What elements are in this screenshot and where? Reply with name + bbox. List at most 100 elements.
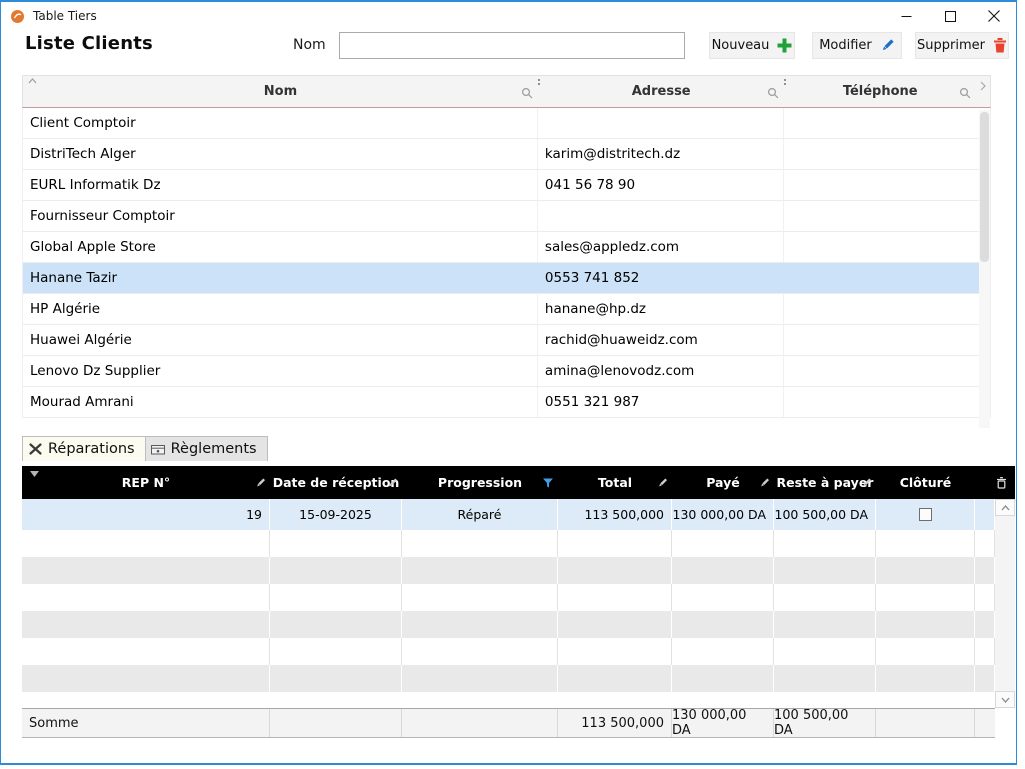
clients-scrollbar-thumb[interactable] (980, 112, 989, 262)
window-border-right (1016, 0, 1017, 765)
close-button[interactable] (972, 2, 1016, 30)
table-row[interactable]: Fournisseur Comptoir (23, 201, 990, 232)
table-row[interactable]: HP Algérie hanane@hp.dz (23, 294, 990, 325)
repair-paye: 130 000,00 DA (672, 499, 774, 530)
column-header-rep[interactable]: REP N° (22, 466, 270, 499)
table-row-selected[interactable]: Hanane Tazir 0553 741 852 (23, 263, 990, 294)
close-icon (988, 10, 1000, 22)
client-address: hanane@hp.dz (538, 294, 784, 324)
clients-table-body: Client Comptoir DistriTech Alger karim@d… (22, 108, 991, 418)
edit-column-icon[interactable] (657, 477, 668, 488)
client-name: Fournisseur Comptoir (23, 201, 538, 231)
header-delete-area[interactable] (975, 466, 1015, 499)
repairs-scrollbar[interactable] (995, 499, 1015, 708)
search-input[interactable] (339, 32, 685, 59)
column-header-date[interactable]: Date de réception (270, 466, 402, 499)
repair-total: 113 500,000 (558, 499, 672, 530)
client-phone (784, 201, 976, 231)
client-phone (784, 294, 976, 324)
empty-row (22, 584, 995, 611)
summary-reste: 100 500,00 DA (774, 709, 876, 737)
client-name: EURL Informatik Dz (23, 170, 538, 200)
trash-icon (993, 38, 1007, 53)
empty-row (22, 557, 995, 584)
client-name: Client Comptoir (23, 108, 538, 138)
cloture-checkbox[interactable] (919, 508, 932, 521)
title-bar: Table Tiers (1, 2, 1016, 30)
window-border-left (0, 0, 1, 765)
column-header-adresse[interactable]: Adresse (538, 76, 784, 107)
filter-search-icon[interactable] (767, 87, 779, 99)
column-header-total[interactable]: Total (558, 466, 672, 499)
edit-column-icon[interactable] (255, 477, 266, 488)
filter-search-icon[interactable] (521, 87, 533, 99)
window-border-bottom (0, 763, 1017, 765)
maximize-button[interactable] (928, 2, 972, 30)
filter-funnel-icon[interactable] (542, 477, 554, 488)
column-header-telephone[interactable]: Téléphone (784, 76, 976, 107)
edit-column-icon[interactable] (759, 477, 770, 488)
client-address: 041 56 78 90 (538, 170, 784, 200)
client-name: HP Algérie (23, 294, 538, 324)
new-button[interactable]: Nouveau (709, 32, 795, 59)
plus-icon (777, 38, 792, 53)
app-icon (10, 9, 25, 24)
tab-reparations[interactable]: Réparations (22, 436, 146, 461)
client-phone (784, 356, 976, 386)
column-grip-icon[interactable] (784, 79, 786, 85)
column-grip-icon[interactable] (538, 79, 540, 85)
table-row[interactable]: EURL Informatik Dz 041 56 78 90 (23, 170, 990, 201)
column-header-cloture[interactable]: Clôturé (876, 466, 975, 499)
edit-column-icon[interactable] (387, 477, 398, 488)
column-header-progression[interactable]: Progression (402, 466, 558, 499)
scroll-down-button[interactable] (995, 691, 1015, 708)
column-header-nom[interactable]: Nom (23, 76, 538, 107)
scroll-up-button[interactable] (995, 499, 1015, 516)
column-label-rep: REP N° (122, 475, 170, 490)
clients-scrollbar[interactable] (979, 110, 990, 428)
client-phone (784, 139, 976, 169)
delete-button[interactable]: Supprimer (915, 32, 1009, 59)
empty-row (22, 530, 995, 557)
page-title: Liste Clients (25, 33, 153, 54)
client-name: Mourad Amrani (23, 387, 538, 417)
search-label: Nom (293, 37, 326, 53)
column-header-reste[interactable]: Reste à payer (774, 466, 876, 499)
table-row[interactable]: Global Apple Store sales@appledz.com (23, 232, 990, 263)
edit-button[interactable]: Modifier (812, 32, 902, 59)
summary-paye: 130 000,00 DA (672, 709, 774, 737)
table-row[interactable]: DistriTech Alger karim@distritech.dz (23, 139, 990, 170)
client-address: rachid@huaweidz.com (538, 325, 784, 355)
dropdown-arrow-icon[interactable] (30, 471, 39, 477)
summary-total: 113 500,000 (558, 709, 672, 737)
table-row[interactable]: Client Comptoir (23, 108, 990, 139)
repair-row-selected[interactable]: 19 15-09-2025 Réparé 113 500,000 130 000… (22, 499, 995, 530)
table-row[interactable]: Huawei Algérie rachid@huaweidz.com (23, 325, 990, 356)
repairs-table-header: REP N° Date de réception Progression Tot… (22, 466, 1015, 499)
client-phone (784, 232, 976, 262)
tools-icon (28, 442, 43, 456)
client-name: Huawei Algérie (23, 325, 538, 355)
header-next-column-button[interactable] (976, 76, 990, 107)
minimize-button[interactable] (884, 2, 928, 30)
window-title: Table Tiers (33, 9, 97, 23)
table-row[interactable]: Lenovo Dz Supplier amina@lenovodz.com (23, 356, 990, 387)
row-stub (975, 499, 995, 530)
payment-icon (151, 443, 166, 456)
delete-button-label: Supprimer (917, 38, 985, 53)
client-address (538, 108, 784, 138)
client-phone (784, 170, 976, 200)
filter-search-icon[interactable] (959, 87, 971, 99)
client-phone (784, 387, 976, 417)
delete-row-icon[interactable] (995, 476, 1008, 489)
summary-row: Somme 113 500,000 130 000,00 DA 100 500,… (22, 708, 995, 738)
client-name: Lenovo Dz Supplier (23, 356, 538, 386)
column-label-date: Date de réception (273, 475, 400, 490)
window-controls (884, 2, 1016, 30)
minimize-icon (901, 11, 912, 22)
tab-reglements[interactable]: Règlements (146, 436, 268, 461)
table-row[interactable]: Mourad Amrani 0551 321 987 (23, 387, 990, 418)
repair-cloture-cell (876, 499, 975, 530)
edit-column-icon[interactable] (861, 477, 872, 488)
column-header-paye[interactable]: Payé (672, 466, 774, 499)
